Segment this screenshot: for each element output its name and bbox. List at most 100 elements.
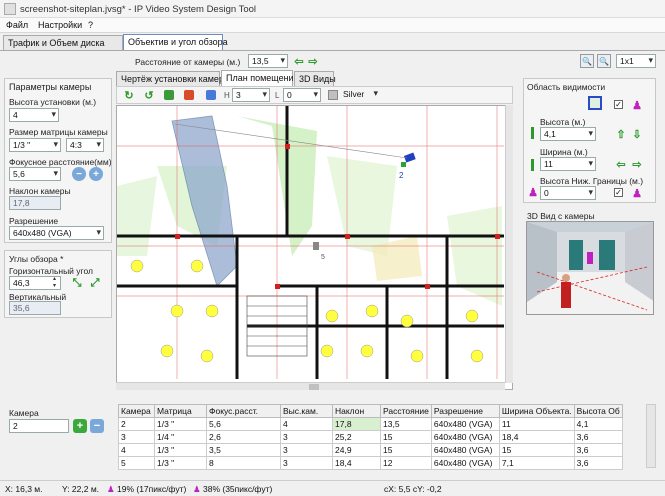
- height-label: Высота установки (м.): [9, 97, 97, 107]
- col-distance[interactable]: Расстояние: [380, 404, 432, 418]
- l-label: L: [275, 91, 280, 100]
- vertical-scrollbar[interactable]: [505, 105, 513, 383]
- vis-height-label: Высота (м.): [540, 117, 586, 127]
- shape-tool-icon[interactable]: [204, 88, 218, 102]
- tab-traffic[interactable]: Трафик и Объем диска: [3, 35, 123, 50]
- rotate-left-icon[interactable]: ↻: [122, 88, 136, 102]
- table-row[interactable]: 3 1/4 " 2,6 3 25,2 15 640x480 (VGA) 18,4 3,6: [118, 430, 623, 444]
- visibility-checkbox-2[interactable]: ✓: [614, 188, 623, 197]
- camera-tool-icon[interactable]: [162, 88, 176, 102]
- plus-icon[interactable]: +: [89, 167, 103, 181]
- zoom-out-icon[interactable]: 🔍: [597, 54, 611, 68]
- status-p2: 38% (35пикс/фут): [203, 484, 273, 494]
- person-icon[interactable]: ♟: [630, 98, 644, 112]
- camera-field[interactable]: 2: [9, 419, 69, 433]
- aspect-select[interactable]: 4:3: [66, 138, 104, 152]
- height-select[interactable]: 4: [9, 108, 59, 122]
- remove-camera-button[interactable]: −: [90, 419, 104, 433]
- matrix-label: Размер матрицы камеры: [9, 127, 108, 137]
- arrow-right-icon[interactable]: ⇨: [306, 54, 320, 68]
- tab-3d-views[interactable]: 3D Виды: [294, 71, 336, 86]
- vis-width-label: Ширина (м.): [540, 147, 588, 157]
- status-y: Y: 22,2 м.: [62, 484, 100, 494]
- angles-title: Углы обзора *: [9, 254, 64, 264]
- camera-5-label: 5: [321, 254, 325, 261]
- status-p1: 19% (17пикс/фут): [117, 484, 187, 494]
- distance-label: Расстояние от камеры (м.): [135, 57, 241, 67]
- color-select[interactable]: Silver: [340, 88, 380, 102]
- color-swatch: [328, 90, 338, 100]
- tilt-field: 17,8: [9, 196, 61, 210]
- matrix-select[interactable]: 1/3 ": [9, 138, 61, 152]
- shrink-icon[interactable]: ⤡: [70, 276, 84, 290]
- person-status-icon: ♟: [107, 484, 115, 494]
- col-matrix[interactable]: Матрица: [154, 404, 207, 418]
- camera-2-label: 2: [399, 171, 404, 180]
- add-camera-button[interactable]: +: [73, 419, 87, 433]
- view3d-canvas: [526, 221, 654, 315]
- arrow-up-icon[interactable]: ⇧: [614, 127, 628, 141]
- tilt-label: Наклон камеры: [9, 186, 71, 196]
- view3d-title: 3D Вид с камеры: [527, 211, 595, 221]
- arrow-left-right-icon[interactable]: ⇦: [614, 157, 628, 171]
- camera-field-label: Камера: [9, 408, 39, 418]
- resolution-label: Разрешение: [9, 216, 59, 226]
- floor-plan-drawing: 2 5: [117, 106, 504, 379]
- horizontal-scrollbar[interactable]: [116, 382, 505, 390]
- expand-icon[interactable]: ⤢: [88, 276, 102, 290]
- h-select[interactable]: 3: [232, 88, 270, 102]
- arrow-left-icon[interactable]: ⇦: [292, 54, 306, 68]
- vertical-angle-field: 35,6: [9, 301, 61, 315]
- visibility-title: Область видимости: [527, 82, 606, 92]
- person-marker-icon[interactable]: ♟: [630, 186, 644, 200]
- col-focal[interactable]: Фокус.расст.: [206, 404, 281, 418]
- col-width[interactable]: Ширина Объекта.: [498, 404, 575, 418]
- zoom-in-icon[interactable]: 🔍: [580, 54, 594, 68]
- tab-floor-plan[interactable]: План помещений: [221, 70, 299, 86]
- focal-select[interactable]: 5,6: [9, 167, 61, 181]
- distance-select[interactable]: 13,5: [248, 54, 288, 68]
- resolution-select[interactable]: 640x480 (VGA): [9, 226, 104, 240]
- menu-settings[interactable]: Настройки: [38, 20, 82, 30]
- col-camera[interactable]: Камера: [118, 404, 155, 418]
- minus-icon[interactable]: −: [72, 167, 86, 181]
- arrow-down-icon[interactable]: ⇩: [630, 127, 644, 141]
- floor-plan-canvas[interactable]: 2 5: [116, 105, 513, 390]
- rotate-right-icon[interactable]: ↺: [142, 88, 156, 102]
- menu-bar: Файл Настройки ?: [0, 18, 665, 33]
- focal-label: Фокусное расстояние(мм): [9, 157, 112, 167]
- h-label: H: [224, 91, 230, 100]
- table-scrollbar[interactable]: [646, 404, 656, 468]
- status-cxy: cX: 5,5 cY: -0,2: [384, 484, 442, 494]
- l-select[interactable]: 0: [283, 88, 321, 102]
- window-title: screenshot-siteplan.jvsg* - IP Video Sys…: [20, 4, 257, 15]
- title-bar: screenshot-siteplan.jvsg* - IP Video Sys…: [0, 0, 665, 18]
- vis-lower-select[interactable]: 0: [540, 186, 596, 200]
- vis-height-select[interactable]: 4,1: [540, 127, 596, 141]
- col-tilt[interactable]: Наклон: [332, 404, 381, 418]
- horizontal-angle-spin[interactable]: 46,3: [9, 276, 61, 290]
- status-x: X: 16,3 м.: [5, 484, 43, 494]
- visibility-preview: [588, 96, 602, 110]
- visibility-checkbox-1[interactable]: ✓: [614, 100, 623, 109]
- tab-lens[interactable]: Объектив и угол обзора: [123, 34, 228, 50]
- vis-lower-label: Высота Ниж. Границы (м.): [540, 176, 644, 186]
- camera-table: Камера Матрица Фокус.расст. Выс.кам. Нак…: [118, 404, 623, 470]
- zoom-select[interactable]: 1x1: [616, 54, 656, 68]
- vis-width-select[interactable]: 11: [540, 157, 596, 171]
- table-row[interactable]: 2 1/3 " 5,6 4 17,8 13,5 640x480 (VGA) 11 4,1: [118, 417, 623, 431]
- table-row[interactable]: 4 1/3 " 3,5 3 24,9 15 640x480 (VGA) 15 3,6: [118, 443, 623, 457]
- table-row[interactable]: 5 1/3 " 8 3 18,4 12 640x480 (VGA) 7,1 3,6: [118, 456, 623, 470]
- col-height[interactable]: Выс.кам.: [280, 404, 333, 418]
- person-status-icon-2: ♟: [193, 484, 201, 494]
- wall-tool-icon[interactable]: [182, 88, 196, 102]
- view3d-scene: [527, 222, 653, 314]
- tab-camera-drawing[interactable]: Чертёж установки камеры: [116, 71, 230, 86]
- app-icon: [4, 3, 16, 15]
- menu-help[interactable]: ?: [88, 20, 93, 30]
- col-obj-height[interactable]: Высота Об: [573, 404, 623, 418]
- menu-file[interactable]: Файл: [6, 20, 28, 30]
- col-resolution[interactable]: Разрешение: [430, 404, 500, 418]
- arrow-right-left-icon[interactable]: ⇨: [630, 157, 644, 171]
- status-bar: X: 16,3 м. Y: 22,2 м. ♟ 19% (17пикс/фут)…: [0, 480, 665, 496]
